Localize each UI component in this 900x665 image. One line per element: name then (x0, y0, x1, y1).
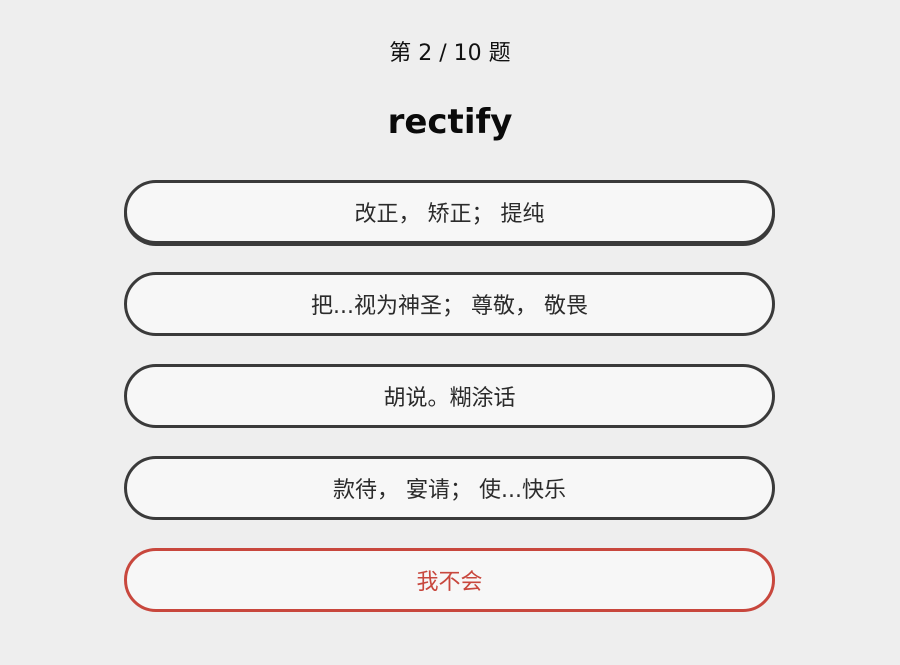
answer-option-2[interactable]: 把...视为神圣； 尊敬， 敬畏 (124, 272, 775, 336)
question-progress: 第 2 / 10 题 (389, 41, 511, 66)
answer-option-3[interactable]: 胡说。糊涂话 (124, 364, 775, 428)
quiz-word: rectify (387, 102, 513, 142)
answer-option-4[interactable]: 款待， 宴请； 使...快乐 (124, 456, 775, 520)
answer-option-1[interactable]: 改正， 矫正； 提纯 (124, 180, 775, 244)
answer-options: 改正， 矫正； 提纯 把...视为神圣； 尊敬， 敬畏 胡说。糊涂话 款待， 宴… (124, 180, 775, 640)
quiz-screen: 第 2 / 10 题 rectify 改正， 矫正； 提纯 把...视为神圣； … (0, 0, 900, 665)
dont-know-button[interactable]: 我不会 (124, 548, 775, 612)
